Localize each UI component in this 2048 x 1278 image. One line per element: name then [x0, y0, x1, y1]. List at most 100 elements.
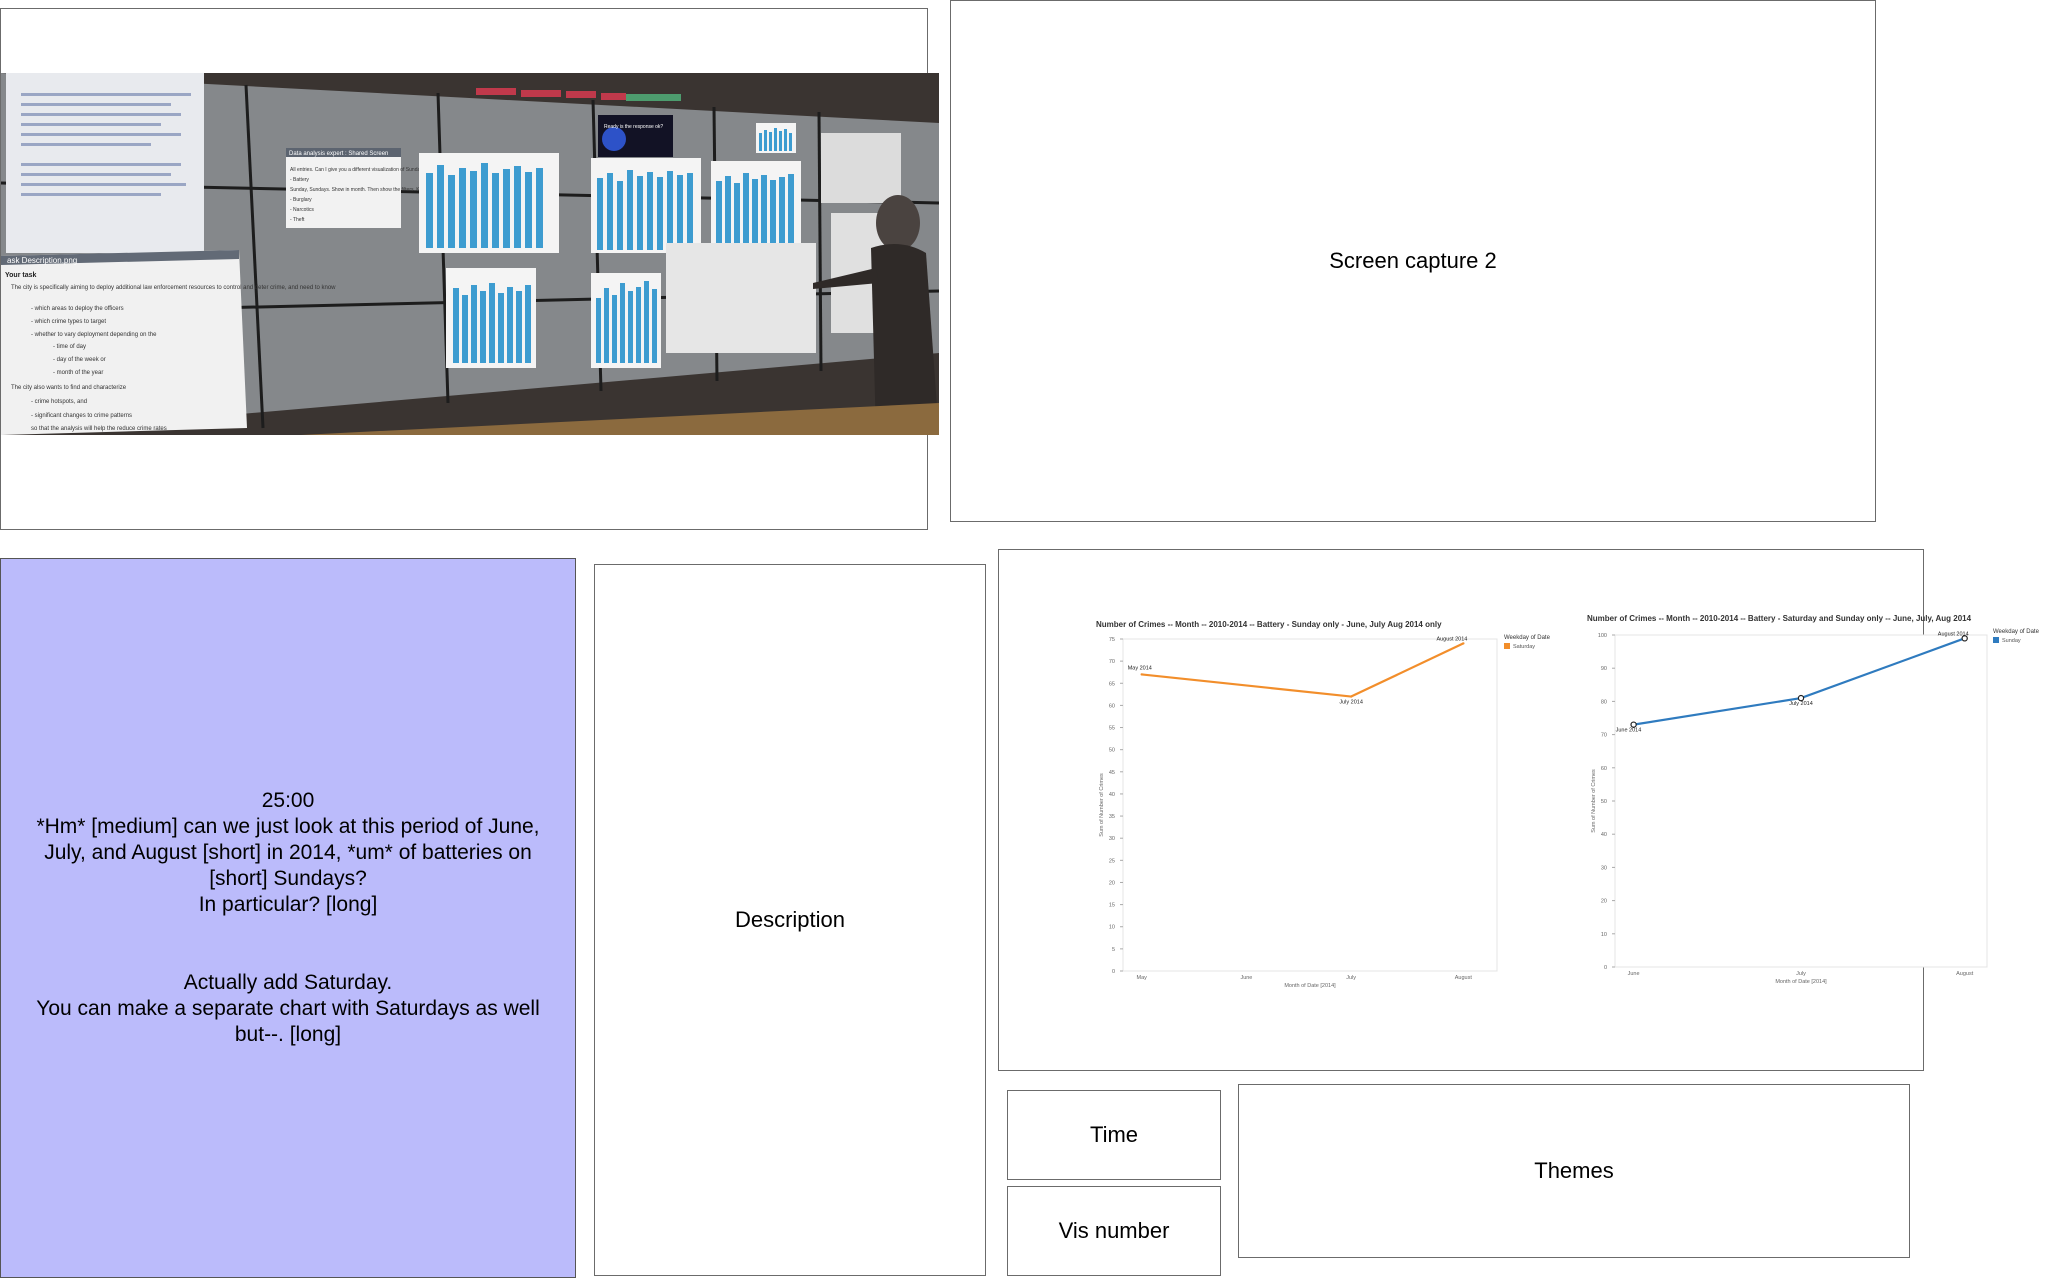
themes-panel: Themes	[1238, 1084, 1910, 1258]
y-tick-label: 10	[1601, 932, 1607, 938]
legend-title: Weekday of Date	[1993, 629, 2040, 635]
svg-text:Ready is the response ok?: Ready is the response ok?	[604, 124, 663, 130]
time-label: Time	[1089, 1122, 1139, 1147]
display-wall-photo: ask Description.png Your task The city i…	[1, 73, 939, 435]
data-point	[1140, 673, 1143, 676]
y-tick-label: 10	[1109, 925, 1115, 931]
y-tick-label: 50	[1109, 748, 1115, 754]
data-point	[1462, 642, 1465, 645]
svg-text:- crime hotspots, and: - crime hotspots, and	[31, 399, 87, 405]
y-tick-label: 35	[1109, 814, 1115, 820]
svg-text:All entries. Can I give you a: All entries. Can I give you a different …	[290, 167, 423, 173]
x-tick-label: July	[1796, 971, 1806, 977]
y-tick-label: 40	[1601, 832, 1607, 838]
x-tick-label: June	[1628, 971, 1640, 977]
svg-text:- Battery: - Battery	[290, 177, 309, 183]
screen-capture-2-label: Screen capture 2	[1329, 248, 1497, 273]
y-tick-label: 40	[1109, 792, 1115, 798]
svg-text:- month of the year: - month of the year	[53, 370, 103, 376]
time-panel: Time	[1007, 1090, 1221, 1180]
chart-title: Number of Crimes -- Month -- 2010-2014 -…	[1587, 614, 1972, 623]
data-label: August 2014	[1436, 636, 1467, 642]
legend-swatch	[1504, 643, 1510, 649]
transcript-line: You can make a separate chart with Satur…	[36, 997, 540, 1020]
vis-number-panel: Vis number	[1007, 1186, 1221, 1276]
y-tick-label: 50	[1601, 799, 1607, 805]
y-tick-label: 25	[1109, 858, 1115, 864]
transcript-line: July, and August [short] in 2014, *um* o…	[44, 841, 532, 864]
y-tick-label: 0	[1112, 969, 1115, 975]
svg-text:so that the analysis will help: so that the analysis will help the reduc…	[31, 426, 167, 432]
y-tick-label: 30	[1109, 836, 1115, 842]
svg-text:Your task: Your task	[5, 272, 36, 279]
description-label: Description	[734, 907, 846, 932]
legend-label: Sunday	[2002, 638, 2021, 644]
transcript-panel: 25:00 *Hm* [medium] can we just look at …	[0, 558, 576, 1278]
svg-text:- Theft: - Theft	[290, 217, 305, 223]
y-tick-label: 20	[1109, 880, 1115, 886]
charts-svg: Number of Crimes -- Month -- 2010-2014 -…	[1096, 614, 2040, 989]
y-tick-label: 70	[1109, 659, 1115, 665]
transcript-line: Actually add Saturday.	[183, 971, 393, 994]
data-label: June 2014	[1616, 728, 1642, 734]
svg-text:- whether to vary deployment d: - whether to vary deployment depending o…	[31, 332, 157, 338]
transcript-line: but--. [long]	[234, 1023, 342, 1046]
svg-text:- day of the week or: - day of the week or	[53, 357, 106, 363]
screen-capture-2-panel: Screen capture 2	[950, 0, 1876, 522]
svg-text:- which crime types to target: - which crime types to target	[31, 319, 106, 325]
screen-capture-1-panel: ask Description.png Your task The city i…	[0, 8, 939, 530]
transcript-line: [short] Sundays?	[209, 867, 367, 890]
svg-text:The city is specifically aimin: The city is specifically aiming to deplo…	[11, 285, 336, 291]
y-tick-label: 80	[1601, 699, 1607, 705]
x-tick-label: June	[1240, 975, 1252, 981]
legend-label: Saturday	[1513, 644, 1535, 650]
transcript-timestamp: 25:00	[261, 789, 315, 812]
visualizations-panel: Number of Crimes -- Month -- 2010-2014 -…	[998, 549, 2040, 1071]
svg-text:- which areas to deploy the of: - which areas to deploy the officers	[31, 306, 124, 312]
legend-swatch	[1993, 637, 1999, 643]
x-tick-label: May	[1137, 975, 1148, 981]
transcript-text: 25:00 *Hm* [medium] can we just look at …	[1, 788, 575, 1048]
y-axis-label: Sum of Number of Crimes	[1591, 769, 1597, 833]
data-label: May 2014	[1128, 665, 1152, 671]
x-tick-label: August	[1455, 975, 1473, 981]
data-point	[1349, 695, 1353, 698]
x-tick-label: July	[1346, 975, 1356, 981]
data-point	[1630, 721, 1637, 728]
svg-text:- significant changes to crime: - significant changes to crime patterns	[31, 413, 132, 419]
svg-text:- time of day: - time of day	[53, 344, 86, 350]
transcript-gap	[15, 918, 561, 970]
data-label: July 2014	[1339, 700, 1363, 706]
task-window-title: ask Description.png	[7, 256, 77, 265]
plot-area	[1614, 634, 1988, 968]
y-axis-label: Sum of Number of Crimes	[1099, 773, 1105, 837]
svg-text:- Burglary: - Burglary	[290, 197, 312, 203]
svg-text:The city also wants to find an: The city also wants to find and characte…	[11, 385, 127, 391]
y-tick-label: 65	[1109, 681, 1115, 687]
chart-title: Number of Crimes -- Month -- 2010-2014 -…	[1096, 620, 1442, 629]
y-tick-label: 5	[1112, 947, 1115, 953]
transcript-line: *Hm* [medium] can we just look at this p…	[36, 815, 540, 838]
transcript-line: In particular? [long]	[198, 893, 378, 916]
y-tick-label: 15	[1109, 903, 1115, 909]
x-axis-label: Month of Date [2014]	[1284, 983, 1336, 989]
x-tick-label: August	[1956, 971, 1974, 977]
plot-area	[1122, 638, 1498, 972]
x-axis-label: Month of Date [2014]	[1775, 979, 1827, 985]
description-panel: Description	[594, 564, 986, 1276]
y-tick-label: 20	[1601, 899, 1607, 905]
data-label: August 2014	[1938, 631, 1969, 637]
data-label: July 2014	[1789, 701, 1813, 707]
display-wall-illustration: ask Description.png Your task The city i…	[1, 73, 939, 435]
y-tick-label: 60	[1109, 703, 1115, 709]
vis-number-label: Vis number	[1058, 1218, 1170, 1243]
y-tick-label: 60	[1601, 766, 1607, 772]
data-point	[1797, 694, 1805, 702]
y-tick-label: 90	[1601, 666, 1607, 672]
legend-title: Weekday of Date	[1504, 635, 1551, 641]
svg-text:Data analysis expert : Shared: Data analysis expert : Shared Screen	[289, 151, 388, 157]
y-tick-label: 45	[1109, 770, 1115, 776]
y-tick-label: 75	[1109, 637, 1115, 643]
themes-label: Themes	[1534, 1158, 1614, 1183]
y-tick-label: 70	[1601, 733, 1607, 739]
